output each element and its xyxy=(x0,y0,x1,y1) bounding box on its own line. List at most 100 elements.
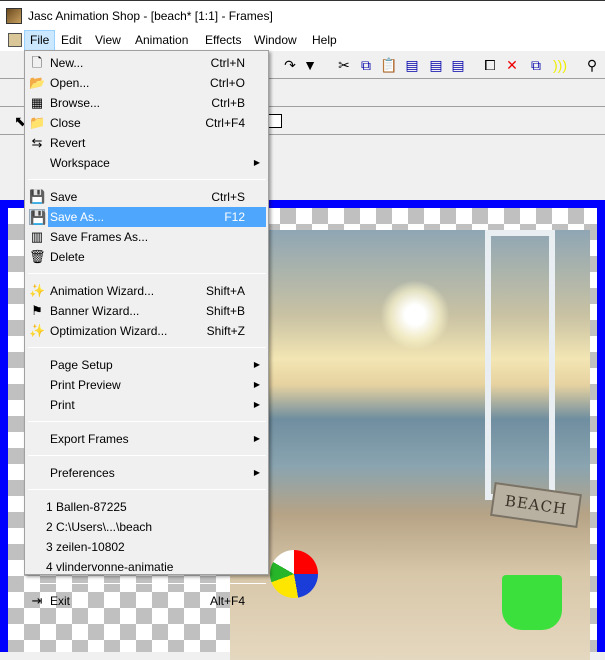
wand-icon: ✨ xyxy=(29,283,46,298)
menu-item-exit[interactable]: ⇥ Exit Alt+F4 xyxy=(25,591,268,611)
menu-effects[interactable]: Effects xyxy=(200,30,246,51)
shortcut: Ctrl+B xyxy=(211,96,245,110)
menu-window[interactable]: Window xyxy=(249,30,302,51)
submenu-arrow-icon: ▶ xyxy=(253,468,260,477)
menu-item-label: Exit xyxy=(50,594,71,608)
window-title: Jasc Animation Shop - [beach* [1:1] - Fr… xyxy=(28,9,273,23)
menu-item-print[interactable]: Print ▶ xyxy=(25,395,268,415)
menu-item-label: Print Preview xyxy=(50,378,121,392)
shortcut: Shift+A xyxy=(205,284,245,298)
sun xyxy=(380,280,450,350)
menu-item-label: 2 C:\Users\...\beach xyxy=(46,520,153,534)
menu-item-print-preview[interactable]: Print Preview ▶ xyxy=(25,375,268,395)
redo-icon[interactable]: ↷ xyxy=(282,57,298,73)
menu-item-preferences[interactable]: Preferences ▶ xyxy=(25,463,268,483)
animate-icon[interactable]: ))) xyxy=(552,57,568,73)
menu-separator xyxy=(28,421,266,422)
bucket xyxy=(502,575,562,630)
copy-icon[interactable]: ⧉ xyxy=(358,57,374,73)
menu-view[interactable]: View xyxy=(90,30,126,51)
menu-item-workspace[interactable]: Workspace ▶ xyxy=(25,153,268,173)
menu-bar: File Edit View Animation Effects Window … xyxy=(0,30,605,51)
menu-item-label: 4 vlindervonne-animatie xyxy=(46,560,174,574)
document-icon[interactable] xyxy=(8,33,22,47)
shortcut: Ctrl+O xyxy=(209,76,245,90)
menu-item-animation-wizard[interactable]: ✨ Animation Wizard... Shift+A xyxy=(25,281,268,301)
paste-icon[interactable]: 📋 xyxy=(380,57,397,73)
wand-icon: ✨ xyxy=(29,323,46,338)
delete-frame-icon[interactable]: ✕ xyxy=(504,57,520,73)
menu-item-new[interactable]: 🗋 New... Ctrl+N xyxy=(25,53,268,73)
menu-edit[interactable]: Edit xyxy=(56,30,87,51)
menu-item-label: Preferences xyxy=(50,466,115,480)
menu-item-1-ballen-87225[interactable]: 1 Ballen-87225 xyxy=(25,497,268,517)
shortcut: Ctrl+N xyxy=(210,56,245,70)
menu-item-browse[interactable]: ▦ Browse... Ctrl+B xyxy=(25,93,268,113)
redo-dropdown-icon[interactable]: ▼ xyxy=(302,57,318,73)
beach-ball xyxy=(270,550,318,598)
open-folder-icon: 📂 xyxy=(29,75,46,90)
file-menu: 🗋 New... Ctrl+N 📂 Open... Ctrl+O ▦ Browse... Ctr… xyxy=(24,50,269,608)
menu-separator xyxy=(28,347,266,348)
menu-item-label: 3 zeilen-10802 xyxy=(46,540,125,554)
save-frames-icon: ▥ xyxy=(30,229,44,244)
menu-item-4-vlindervonne-animatie[interactable]: 4 vlindervonne-animatie xyxy=(25,557,268,577)
app-icon xyxy=(6,8,22,24)
menu-item-label: Delete xyxy=(50,250,85,264)
menu-separator xyxy=(28,455,266,456)
menu-item-save[interactable]: 💾 Save Ctrl+S xyxy=(25,187,268,207)
shortcut: Ctrl+S xyxy=(211,190,245,204)
paste-before-icon[interactable]: ▤ xyxy=(428,57,444,73)
browse-icon: ▦ xyxy=(30,95,44,110)
menu-item-open[interactable]: 📂 Open... Ctrl+O xyxy=(25,73,268,93)
menu-item-2-c-users-beach[interactable]: 2 C:\Users\...\beach xyxy=(25,517,268,537)
menu-item-label: Workspace xyxy=(50,156,110,170)
submenu-arrow-icon: ▶ xyxy=(253,434,260,443)
paste-new-icon[interactable]: ▤ xyxy=(404,57,420,73)
menu-item-label: Open... xyxy=(50,76,90,90)
zoom-icon[interactable]: ⚲ xyxy=(584,57,600,73)
exit-icon: ⇥ xyxy=(31,593,43,608)
paste-after-icon[interactable]: ▤ xyxy=(450,57,466,73)
submenu-arrow-icon: ▶ xyxy=(253,380,260,389)
shortcut: F12 xyxy=(224,210,245,224)
menu-item-page-setup[interactable]: Page Setup ▶ xyxy=(25,355,268,375)
shortcut: Alt+F4 xyxy=(209,594,245,608)
menu-item-save-as[interactable]: 💾 Save As... F12 xyxy=(25,207,268,227)
menu-item-label: Print xyxy=(50,398,75,412)
shortcut: Shift+Z xyxy=(206,324,245,338)
shortcut: Shift+B xyxy=(205,304,245,318)
save-as-icon: 💾 xyxy=(29,209,47,225)
menu-item-3-zeilen-10802[interactable]: 3 zeilen-10802 xyxy=(25,537,268,557)
menu-item-label: Revert xyxy=(50,136,86,150)
new-document-icon: 🗋 xyxy=(31,55,43,70)
menu-item-label: Save Frames As... xyxy=(50,230,149,244)
menu-item-delete[interactable]: 🗑 Delete xyxy=(25,247,268,267)
close-folder-icon: 📁 xyxy=(29,115,46,130)
window-frame xyxy=(485,230,555,500)
menu-separator xyxy=(28,583,266,584)
cut-icon[interactable]: ✂ xyxy=(336,57,352,73)
menu-item-label: 1 Ballen-87225 xyxy=(46,500,127,514)
menu-item-optimization-wizard[interactable]: ✨ Optimization Wizard... Shift+Z xyxy=(25,321,268,341)
menu-separator xyxy=(28,179,266,180)
menu-file[interactable]: File xyxy=(24,30,56,51)
menu-item-label: Save xyxy=(50,190,78,204)
menu-item-export-frames[interactable]: Export Frames ▶ xyxy=(25,429,268,449)
menu-item-banner-wizard[interactable]: ⚑ Banner Wizard... Shift+B xyxy=(25,301,268,321)
submenu-arrow-icon: ▶ xyxy=(253,360,260,369)
menu-help[interactable]: Help xyxy=(307,30,342,51)
menu-item-label: Browse... xyxy=(50,96,101,110)
beach-sign: BEACH xyxy=(490,482,582,528)
menu-item-label: Optimization Wizard... xyxy=(50,324,168,338)
beach-image: BEACH xyxy=(230,230,590,660)
menu-separator xyxy=(28,489,266,490)
menu-item-revert[interactable]: ⇆ Revert xyxy=(25,133,268,153)
menu-item-label: New... xyxy=(50,56,84,70)
menu-animation[interactable]: Animation xyxy=(130,30,193,51)
duplicate-icon[interactable]: ⧠ xyxy=(482,57,498,73)
crop-icon[interactable]: ⧉ xyxy=(528,57,544,73)
menu-item-label: Banner Wizard... xyxy=(50,304,140,318)
menu-item-save-frames-as[interactable]: ▥ Save Frames As... xyxy=(25,227,268,247)
menu-item-close[interactable]: 📁 Close Ctrl+F4 xyxy=(25,113,268,133)
